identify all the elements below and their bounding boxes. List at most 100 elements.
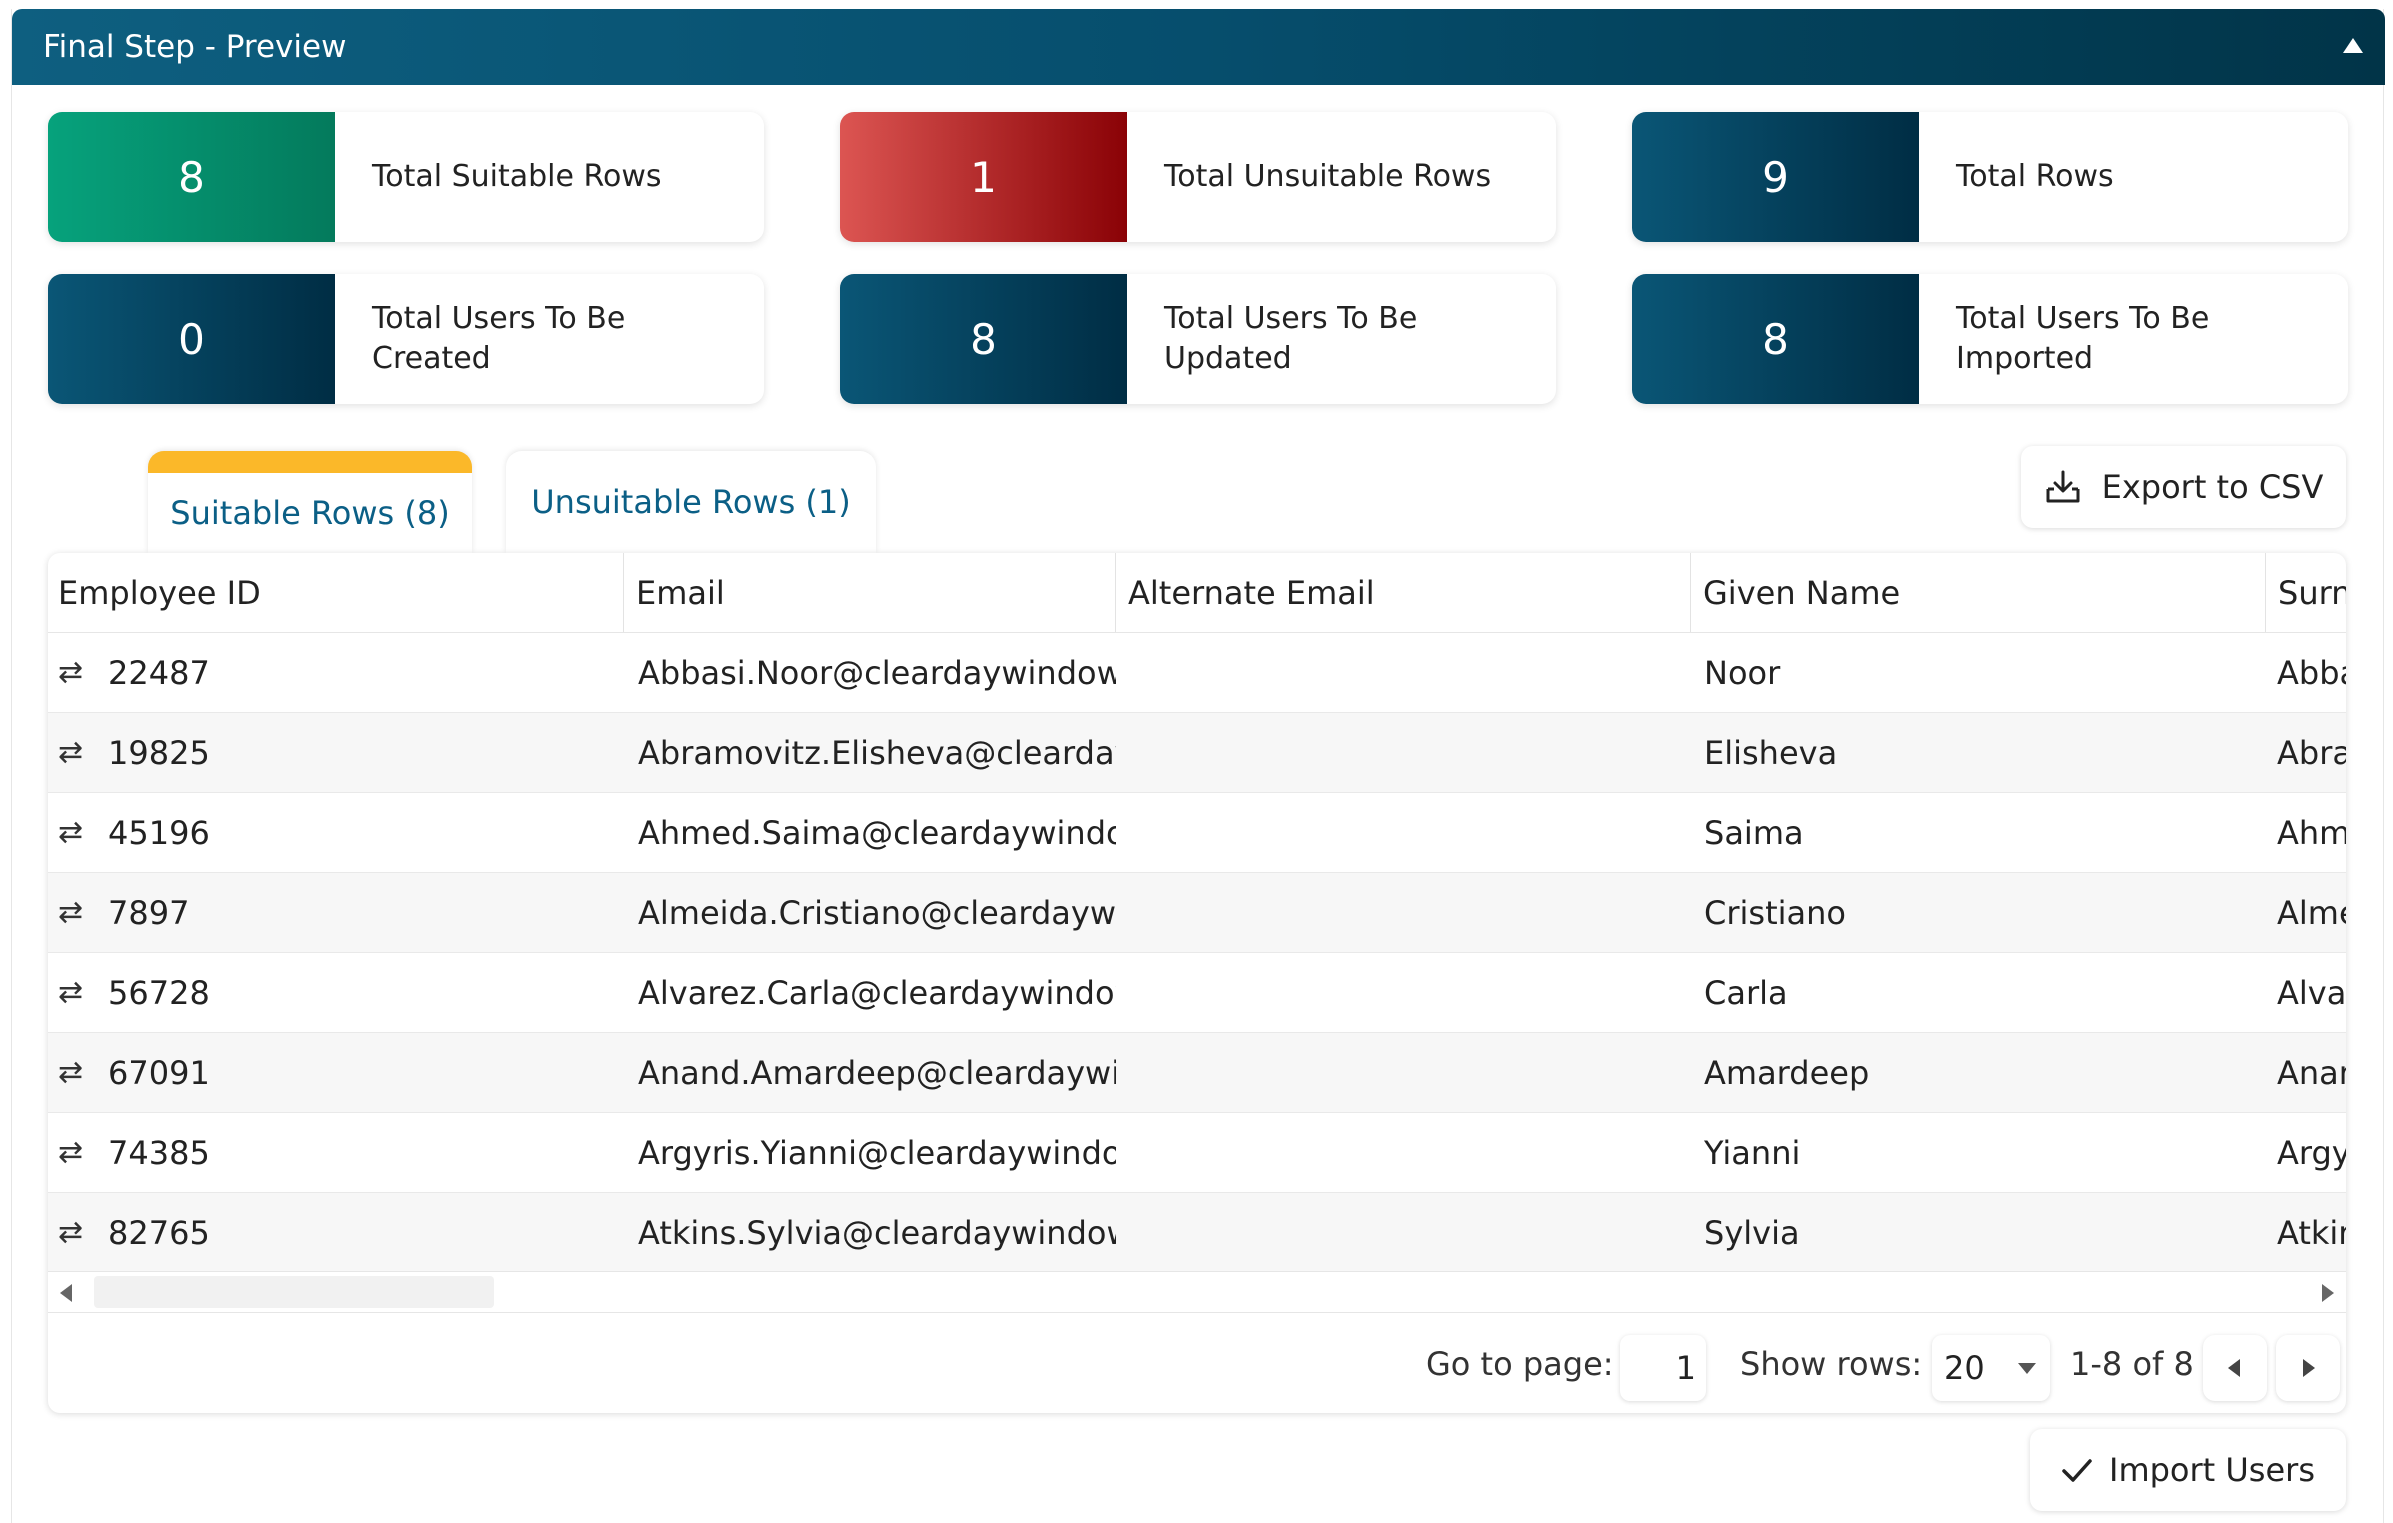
- show-rows-select[interactable]: 20: [1932, 1335, 2050, 1401]
- column-header-employee-id[interactable]: Employee ID: [48, 553, 624, 632]
- column-header-alternate-email[interactable]: Alternate Email: [1116, 553, 1691, 632]
- swap-arrows-icon: ⇄: [58, 975, 84, 1010]
- swap-arrows-icon: ⇄: [58, 735, 84, 770]
- cell-alternate-email: [1116, 953, 1691, 1032]
- cell-alternate-email: [1116, 873, 1691, 952]
- stat-label: Total Users To Be Imported: [1956, 301, 2210, 376]
- chevron-up-icon[interactable]: [2343, 38, 2363, 53]
- employee-id: 56728: [108, 973, 210, 1012]
- cell-surname: Anar: [2277, 1053, 2346, 1092]
- stat-card-total-rows: 9 Total Rows: [1632, 112, 2348, 242]
- employee-id: 67091: [108, 1053, 210, 1092]
- employee-id: 82765: [108, 1213, 210, 1252]
- stat-card-to-be-imported: 8 Total Users To Be Imported: [1632, 274, 2348, 404]
- cell-given-name: Noor: [1704, 653, 1781, 692]
- cell-alternate-email: [1116, 713, 1691, 792]
- tab-suitable-rows[interactable]: Suitable Rows (8): [148, 451, 472, 553]
- cell-email: Abbasi.Noor@cleardaywindows: [638, 653, 1116, 692]
- stat-card-to-be-updated: 8 Total Users To Be Updated: [840, 274, 1556, 404]
- employee-id: 19825: [108, 733, 210, 772]
- cell-alternate-email: [1116, 793, 1691, 872]
- column-header-surname[interactable]: Surn: [2266, 553, 2346, 632]
- stat-value: 9: [1632, 112, 1919, 242]
- employee-id: 22487: [108, 653, 210, 692]
- horizontal-scrollbar[interactable]: [48, 1271, 2346, 1313]
- cell-employee-id: ⇄ 7897: [48, 873, 624, 952]
- table-row[interactable]: ⇄ 7897 Almeida.Cristiano@cleardaywir Cris…: [48, 873, 2346, 953]
- table-row[interactable]: ⇄ 74385 Argyris.Yianni@cleardaywindov Yia…: [48, 1113, 2346, 1193]
- cell-surname: Ahm: [2277, 813, 2346, 852]
- scroll-right-icon[interactable]: [2322, 1284, 2334, 1302]
- chevron-right-icon: [2303, 1359, 2315, 1377]
- cell-email: Abramovitz.Elisheva@cleardayw: [638, 733, 1116, 772]
- cell-employee-id: ⇄ 67091: [48, 1033, 624, 1112]
- scroll-left-icon[interactable]: [60, 1284, 72, 1302]
- chevron-left-icon: [2228, 1359, 2240, 1377]
- export-csv-button[interactable]: Export to CSV: [2021, 446, 2346, 528]
- download-tray-icon: [2046, 470, 2080, 503]
- cell-employee-id: ⇄ 82765: [48, 1193, 624, 1272]
- swap-arrows-icon: ⇄: [58, 1055, 84, 1090]
- table-row[interactable]: ⇄ 19825 Abramovitz.Elisheva@cleardayw Eli…: [48, 713, 2346, 793]
- employee-id: 7897: [108, 893, 190, 932]
- grid-header-row: Employee ID Email Alternate Email Given …: [48, 553, 2346, 633]
- table-row[interactable]: ⇄ 82765 Atkins.Sylvia@cleardaywindows Syl…: [48, 1193, 2346, 1273]
- import-users-button[interactable]: Import Users: [2030, 1429, 2346, 1511]
- show-rows-value: 20: [1944, 1349, 1985, 1387]
- cell-employee-id: ⇄ 45196: [48, 793, 624, 872]
- swap-arrows-icon: ⇄: [58, 655, 84, 690]
- swap-arrows-icon: ⇄: [58, 815, 84, 850]
- cell-email: Almeida.Cristiano@cleardaywir: [638, 893, 1116, 932]
- cell-surname: Abba: [2277, 653, 2346, 692]
- cell-given-name: Cristiano: [1704, 893, 1846, 932]
- stat-value: 1: [840, 112, 1127, 242]
- column-header-email[interactable]: Email: [624, 553, 1116, 632]
- stat-label: Total Users To Be Created: [372, 301, 626, 376]
- panel-header[interactable]: Final Step - Preview: [12, 9, 2385, 85]
- scrollbar-thumb[interactable]: [94, 1276, 494, 1308]
- cell-given-name: Amardeep: [1704, 1053, 1870, 1092]
- stat-label: Total Unsuitable Rows: [1164, 159, 1492, 194]
- cell-email: Ahmed.Saima@cleardaywindow: [638, 813, 1116, 852]
- cell-given-name: Saima: [1704, 813, 1804, 852]
- goto-page-label: Go to page:: [1426, 1345, 1614, 1383]
- cell-surname: Argy: [2277, 1133, 2346, 1172]
- table-row[interactable]: ⇄ 56728 Alvarez.Carla@cleardaywindow Carl…: [48, 953, 2346, 1033]
- cell-surname: Alvar: [2277, 973, 2346, 1012]
- stat-label: Total Suitable Rows: [372, 159, 662, 194]
- cell-email: Argyris.Yianni@cleardaywindov: [638, 1133, 1116, 1172]
- cell-email: Atkins.Sylvia@cleardaywindows: [638, 1213, 1116, 1252]
- stat-value: 8: [840, 274, 1127, 404]
- previous-page-button[interactable]: [2203, 1335, 2267, 1401]
- show-rows-label: Show rows:: [1740, 1345, 1923, 1383]
- cell-alternate-email: [1116, 633, 1691, 712]
- tab-unsuitable-rows[interactable]: Unsuitable Rows (1): [506, 451, 876, 553]
- export-label: Export to CSV: [2101, 468, 2324, 506]
- cell-surname: Atkir: [2277, 1213, 2346, 1252]
- next-page-button[interactable]: [2276, 1335, 2340, 1401]
- table-row[interactable]: ⇄ 22487 Abbasi.Noor@cleardaywindows Noor …: [48, 633, 2346, 713]
- cell-surname: Alme: [2277, 893, 2346, 932]
- stat-card-to-be-created: 0 Total Users To Be Created: [48, 274, 764, 404]
- stat-label: Total Users To Be Updated: [1164, 301, 1418, 376]
- stat-value: 8: [48, 112, 335, 242]
- chevron-down-icon: [2018, 1363, 2036, 1374]
- panel-title: Final Step - Preview: [43, 29, 347, 65]
- cell-given-name: Sylvia: [1704, 1213, 1800, 1252]
- cell-employee-id: ⇄ 19825: [48, 713, 624, 792]
- swap-arrows-icon: ⇄: [58, 1135, 84, 1170]
- table-row[interactable]: ⇄ 67091 Anand.Amardeep@cleardaywir Amarde…: [48, 1033, 2346, 1113]
- cell-alternate-email: [1116, 1193, 1691, 1272]
- employee-id: 74385: [108, 1133, 210, 1172]
- goto-page-input[interactable]: 1: [1620, 1335, 1706, 1401]
- table-row[interactable]: ⇄ 45196 Ahmed.Saima@cleardaywindow Saima …: [48, 793, 2346, 873]
- employee-id: 45196: [108, 813, 210, 852]
- cell-employee-id: ⇄ 56728: [48, 953, 624, 1032]
- column-header-given-name[interactable]: Given Name: [1691, 553, 2266, 632]
- checkmark-icon: [2062, 1459, 2092, 1482]
- cell-surname: Abra: [2277, 733, 2346, 772]
- swap-arrows-icon: ⇄: [58, 895, 84, 930]
- stat-value: 0: [48, 274, 335, 404]
- cell-given-name: Yianni: [1704, 1133, 1801, 1172]
- page-range: 1-8 of 8: [2070, 1345, 2194, 1383]
